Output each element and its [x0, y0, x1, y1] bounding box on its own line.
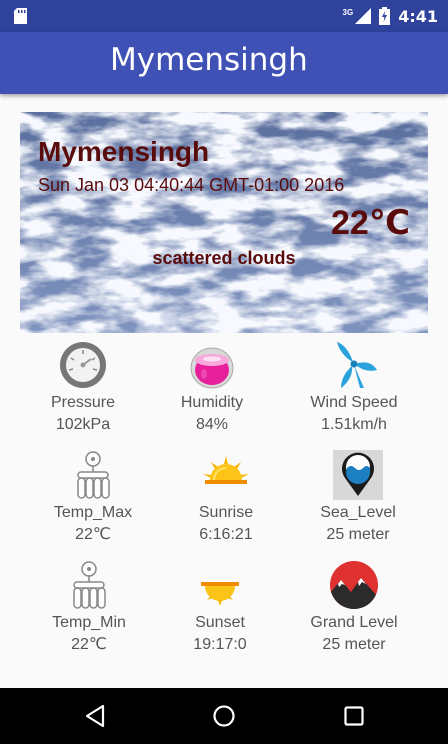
detail-label: Grand Level: [310, 614, 398, 631]
pressure-gauge-icon: [60, 342, 106, 388]
detail-value: 84%: [195, 416, 229, 433]
date-time: Sun Jan 03 04:40:44 GMT-01:00 2016: [38, 175, 345, 195]
detail-label: Temp_Max: [53, 504, 133, 521]
clock: 4:41: [398, 6, 438, 26]
current-temperature: 22℃: [331, 204, 410, 242]
app-title: Mymensingh: [110, 42, 308, 78]
detail-wind-speed: Wind Speed 1.51km/h: [279, 340, 429, 434]
wind-turbine-icon: [337, 342, 377, 388]
sunset-icon: [201, 582, 239, 606]
status-bar: 3G 4:41: [0, 0, 448, 32]
detail-value: 102kPa: [55, 416, 111, 433]
weather-card: Mymensingh Sun Jan 03 04:40:44 GMT-01:00…: [20, 112, 428, 333]
detail-humidity: Humidity 84%: [137, 340, 287, 434]
detail-value: 25 meter: [326, 526, 390, 543]
city-name: Mymensingh: [38, 136, 210, 167]
weather-description: scattered clouds: [152, 248, 296, 268]
detail-label: Humidity: [180, 394, 244, 411]
detail-pressure: Pressure 102kPa: [8, 340, 158, 434]
humidity-icon: [190, 347, 234, 389]
grand-level-icon: [330, 561, 378, 609]
detail-label: Wind Speed: [310, 394, 398, 411]
sunrise-icon: [203, 456, 249, 484]
detail-label: Sunrise: [198, 504, 254, 521]
home-icon[interactable]: [210, 702, 238, 730]
detail-label: Sea_Level: [320, 504, 396, 521]
thermometer-max-icon: [77, 451, 110, 499]
detail-label: Pressure: [50, 394, 116, 411]
detail-sunrise: Sunrise 6:16:21: [151, 450, 301, 544]
signal-icon: [355, 8, 372, 24]
network-type: 3G: [342, 7, 354, 17]
back-icon[interactable]: [81, 702, 109, 730]
recents-icon[interactable]: [340, 702, 368, 730]
sea-level-icon: [333, 450, 383, 500]
detail-temp-max: Temp_Max 22℃: [18, 450, 168, 544]
detail-value: 22℃: [75, 526, 111, 543]
detail-value: 19:17:0: [193, 636, 247, 653]
thermometer-min-icon: [73, 561, 106, 609]
detail-label: Sunset: [195, 614, 245, 631]
detail-sea-level: Sea_Level 25 meter: [283, 450, 433, 544]
sd-card-icon: [14, 8, 27, 24]
app-bar: Mymensingh: [0, 32, 448, 94]
detail-value: 22℃: [71, 636, 107, 653]
detail-label: Temp_Min: [52, 614, 126, 631]
battery-charging-icon: [379, 7, 391, 25]
detail-grand-level: Grand Level 25 meter: [279, 560, 429, 654]
detail-temp-min: Temp_Min 22℃: [14, 560, 164, 654]
detail-value: 6:16:21: [199, 526, 253, 543]
detail-value: 25 meter: [322, 636, 386, 653]
detail-sunset: Sunset 19:17:0: [145, 560, 295, 654]
navigation-bar: [0, 688, 448, 744]
detail-value: 1.51km/h: [321, 416, 387, 433]
